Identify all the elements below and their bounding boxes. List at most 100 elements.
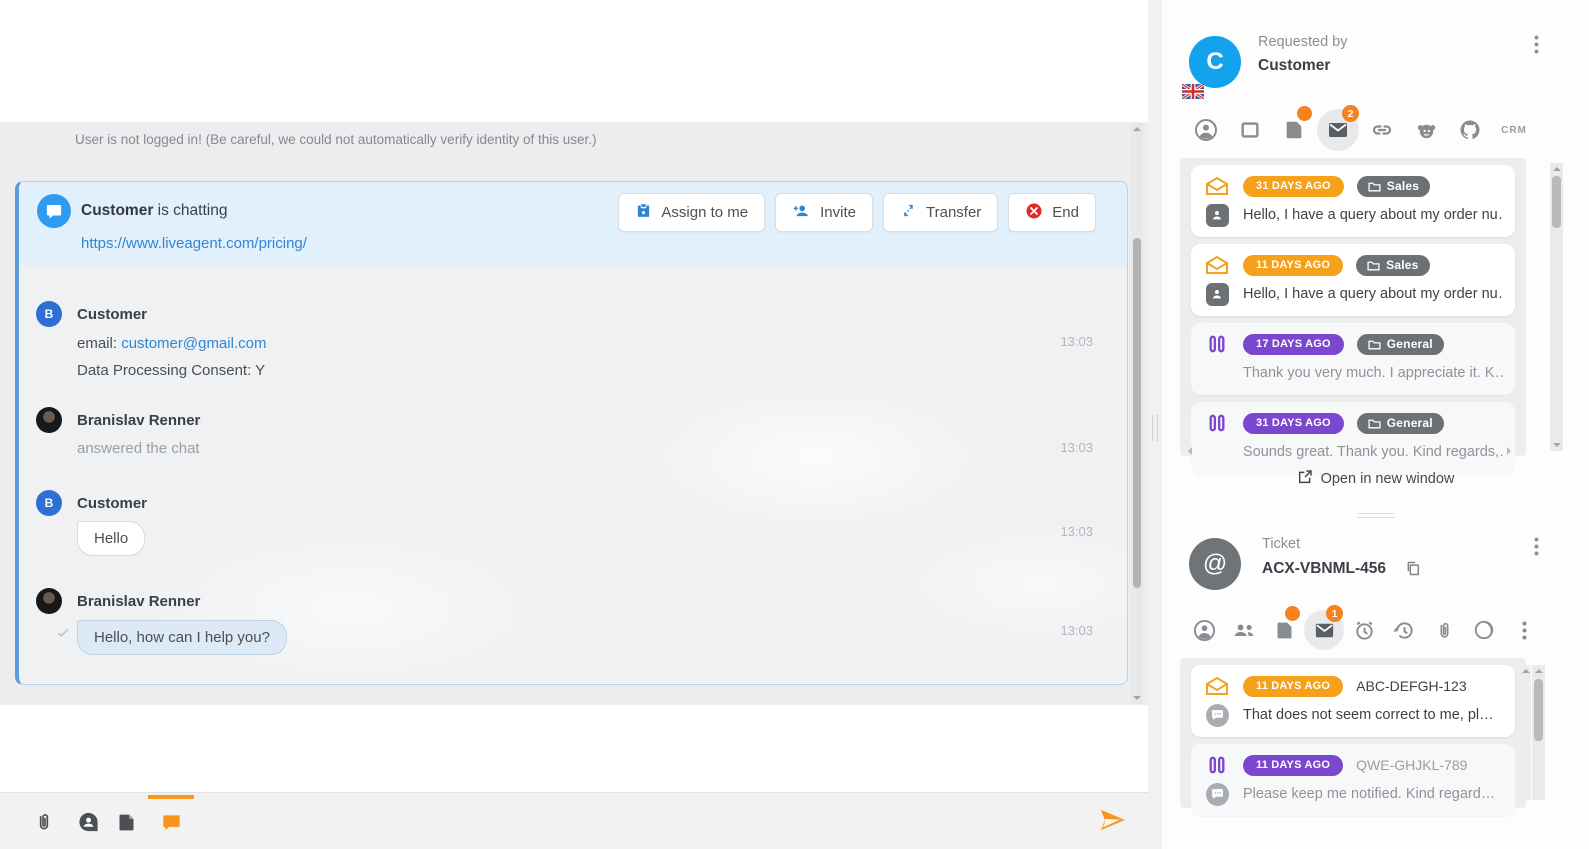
- customer-message-bubble: Hello: [77, 521, 145, 556]
- scroll-up-arrow[interactable]: [1550, 163, 1563, 175]
- mail-tab-icon-active[interactable]: 1: [1304, 608, 1344, 652]
- age-pill: 11 DAYS AGO: [1243, 755, 1343, 776]
- person-add-icon: [792, 202, 811, 223]
- window-tab-icon[interactable]: [1228, 108, 1272, 152]
- chat-scroll-region: User is not logged in! (Be careful, we c…: [0, 122, 1148, 705]
- people-tab-icon[interactable]: [1224, 608, 1264, 652]
- scroll-left-arrow[interactable]: [1184, 447, 1192, 455]
- open-mail-icon: [1204, 676, 1230, 696]
- chat-panel-header: Customer is chatting https://www.liveage…: [19, 182, 1127, 266]
- ticket-tabs: 1: [1184, 608, 1544, 652]
- requester-name: Customer: [1258, 57, 1330, 75]
- agent-avatar: [36, 588, 62, 614]
- age-pill: 11 DAYS AGO: [1243, 676, 1343, 697]
- mail-tab-icon-active[interactable]: 2: [1316, 108, 1360, 152]
- visited-url-link[interactable]: https://www.liveagent.com/pricing/: [81, 235, 307, 252]
- scroll-up-arrow[interactable]: [1520, 665, 1531, 677]
- history-tab-icon[interactable]: [1384, 608, 1424, 652]
- transfer-button[interactable]: Transfer: [883, 193, 998, 232]
- department-pill: General: [1357, 413, 1444, 434]
- customer-email-link[interactable]: customer@gmail.com: [121, 335, 266, 352]
- requested-by-label: Requested by: [1258, 34, 1347, 50]
- scrollbar-thumb[interactable]: [1133, 238, 1141, 588]
- department-label: Sales: [1386, 258, 1418, 272]
- scroll-right-arrow[interactable]: [1507, 447, 1515, 455]
- related-inner-scrollbar[interactable]: [1520, 665, 1531, 800]
- department-label: General: [1387, 337, 1433, 351]
- crm-tab-icon[interactable]: CRM: [1492, 108, 1536, 152]
- ticket-preview-text: Thank you very much. I appreciate it. K…: [1243, 365, 1503, 381]
- agent-avatar: [36, 407, 62, 433]
- tickets-scrollbar[interactable]: [1550, 163, 1563, 451]
- ticket-card[interactable]: 31 DAYS AGO Sales Hello, I have a query …: [1191, 165, 1515, 237]
- ticket-card[interactable]: 11 DAYS AGO Sales Hello, I have a query …: [1191, 244, 1515, 316]
- invite-button[interactable]: Invite: [775, 193, 873, 232]
- mailchimp-tab-icon[interactable]: [1404, 108, 1448, 152]
- department-label: General: [1387, 416, 1433, 430]
- scroll-up-arrow[interactable]: [1532, 665, 1545, 677]
- person-tab-icon[interactable]: [1184, 608, 1224, 652]
- copy-ticket-code-icon[interactable]: [1405, 560, 1421, 582]
- ticket-menu-icon[interactable]: [1526, 535, 1546, 557]
- related-scrollbar[interactable]: [1532, 665, 1545, 800]
- contact-menu-icon[interactable]: [1526, 33, 1546, 55]
- avatar-letter: C: [1206, 48, 1223, 76]
- open-mail-icon: [1204, 176, 1230, 196]
- ticket-code: ACX-VBNML-456: [1262, 560, 1386, 578]
- tickets-hscrollbar[interactable]: [1182, 444, 1517, 457]
- message-time: 13:03: [1060, 524, 1093, 539]
- email-label: email:: [77, 335, 117, 352]
- scrollbar-thumb[interactable]: [1552, 176, 1561, 228]
- github-tab-icon[interactable]: [1448, 108, 1492, 152]
- chat-scrollbar[interactable]: [1131, 123, 1143, 704]
- panel-resize-divider[interactable]: [1148, 0, 1162, 849]
- age-pill: 31 DAYS AGO: [1243, 176, 1344, 197]
- contact-tabs: 2 CRM: [1184, 108, 1536, 152]
- scrollbar-thumb[interactable]: [1534, 679, 1543, 741]
- uk-flag-icon: [1182, 84, 1204, 104]
- delivered-check-icon: [55, 626, 71, 645]
- notes-tab-icon[interactable]: [1264, 608, 1304, 652]
- link-tab-icon[interactable]: [1360, 108, 1404, 152]
- message-author: Customer: [77, 306, 147, 323]
- chat-person-icon[interactable]: [75, 809, 101, 835]
- related-ticket-code: QWE-GHJKL-789: [1356, 757, 1467, 773]
- section-resize-grip[interactable]: [1358, 513, 1394, 518]
- scroll-down-arrow[interactable]: [1550, 439, 1563, 451]
- notes-tab-icon[interactable]: [1272, 108, 1316, 152]
- customer-avatar: B: [36, 490, 62, 516]
- customer-avatar: B: [36, 301, 62, 327]
- assign-to-me-button[interactable]: Assign to me: [618, 193, 765, 232]
- scroll-down-arrow[interactable]: [1131, 692, 1143, 704]
- end-label: End: [1052, 204, 1079, 221]
- department-label: Sales: [1387, 179, 1419, 193]
- related-ticket-code: ABC-DEFGH-123: [1356, 678, 1466, 694]
- at-glyph: @: [1203, 550, 1227, 578]
- end-chat-button[interactable]: End: [1008, 193, 1096, 232]
- ticket-card[interactable]: 31 DAYS AGO General Sounds great. Thank …: [1191, 402, 1515, 474]
- attachment-tab-icon[interactable]: [1424, 608, 1464, 652]
- contrast-tab-icon[interactable]: [1464, 608, 1504, 652]
- related-ticket-card[interactable]: 11 DAYS AGO QWE-GHJKL-789 Please keep me…: [1191, 744, 1515, 816]
- message-author: Branislav Renner: [77, 412, 200, 429]
- ticket-card[interactable]: 17 DAYS AGO General Thank you very much.…: [1191, 323, 1515, 395]
- attachment-icon[interactable]: [31, 809, 57, 835]
- scroll-up-arrow[interactable]: [1131, 123, 1143, 135]
- alarm-tab-icon[interactable]: [1344, 608, 1384, 652]
- note-icon[interactable]: [113, 809, 139, 835]
- crm-label: CRM: [1501, 125, 1527, 136]
- reply-compose-area[interactable]: [0, 705, 1148, 792]
- person-tab-icon[interactable]: [1184, 108, 1228, 152]
- agent-message-bubble: Hello, how can I help you?: [77, 620, 287, 655]
- message-author: Customer: [77, 495, 147, 512]
- more-tab-icon[interactable]: [1504, 608, 1544, 652]
- resize-grip[interactable]: [1152, 415, 1158, 441]
- send-message-icon[interactable]: [1098, 805, 1128, 835]
- related-ticket-card[interactable]: 11 DAYS AGO ABC-DEFGH-123 That does not …: [1191, 665, 1515, 737]
- open-in-new-window-link[interactable]: Open in new window: [1162, 469, 1589, 487]
- chat-bubble-icon: [37, 194, 71, 228]
- chat-tab-icon-active[interactable]: [158, 809, 184, 835]
- contact-tickets-list: 31 DAYS AGO Sales Hello, I have a query …: [1180, 158, 1526, 456]
- notes-badge-dot: [1285, 606, 1300, 621]
- avatar-letter: B: [45, 307, 54, 321]
